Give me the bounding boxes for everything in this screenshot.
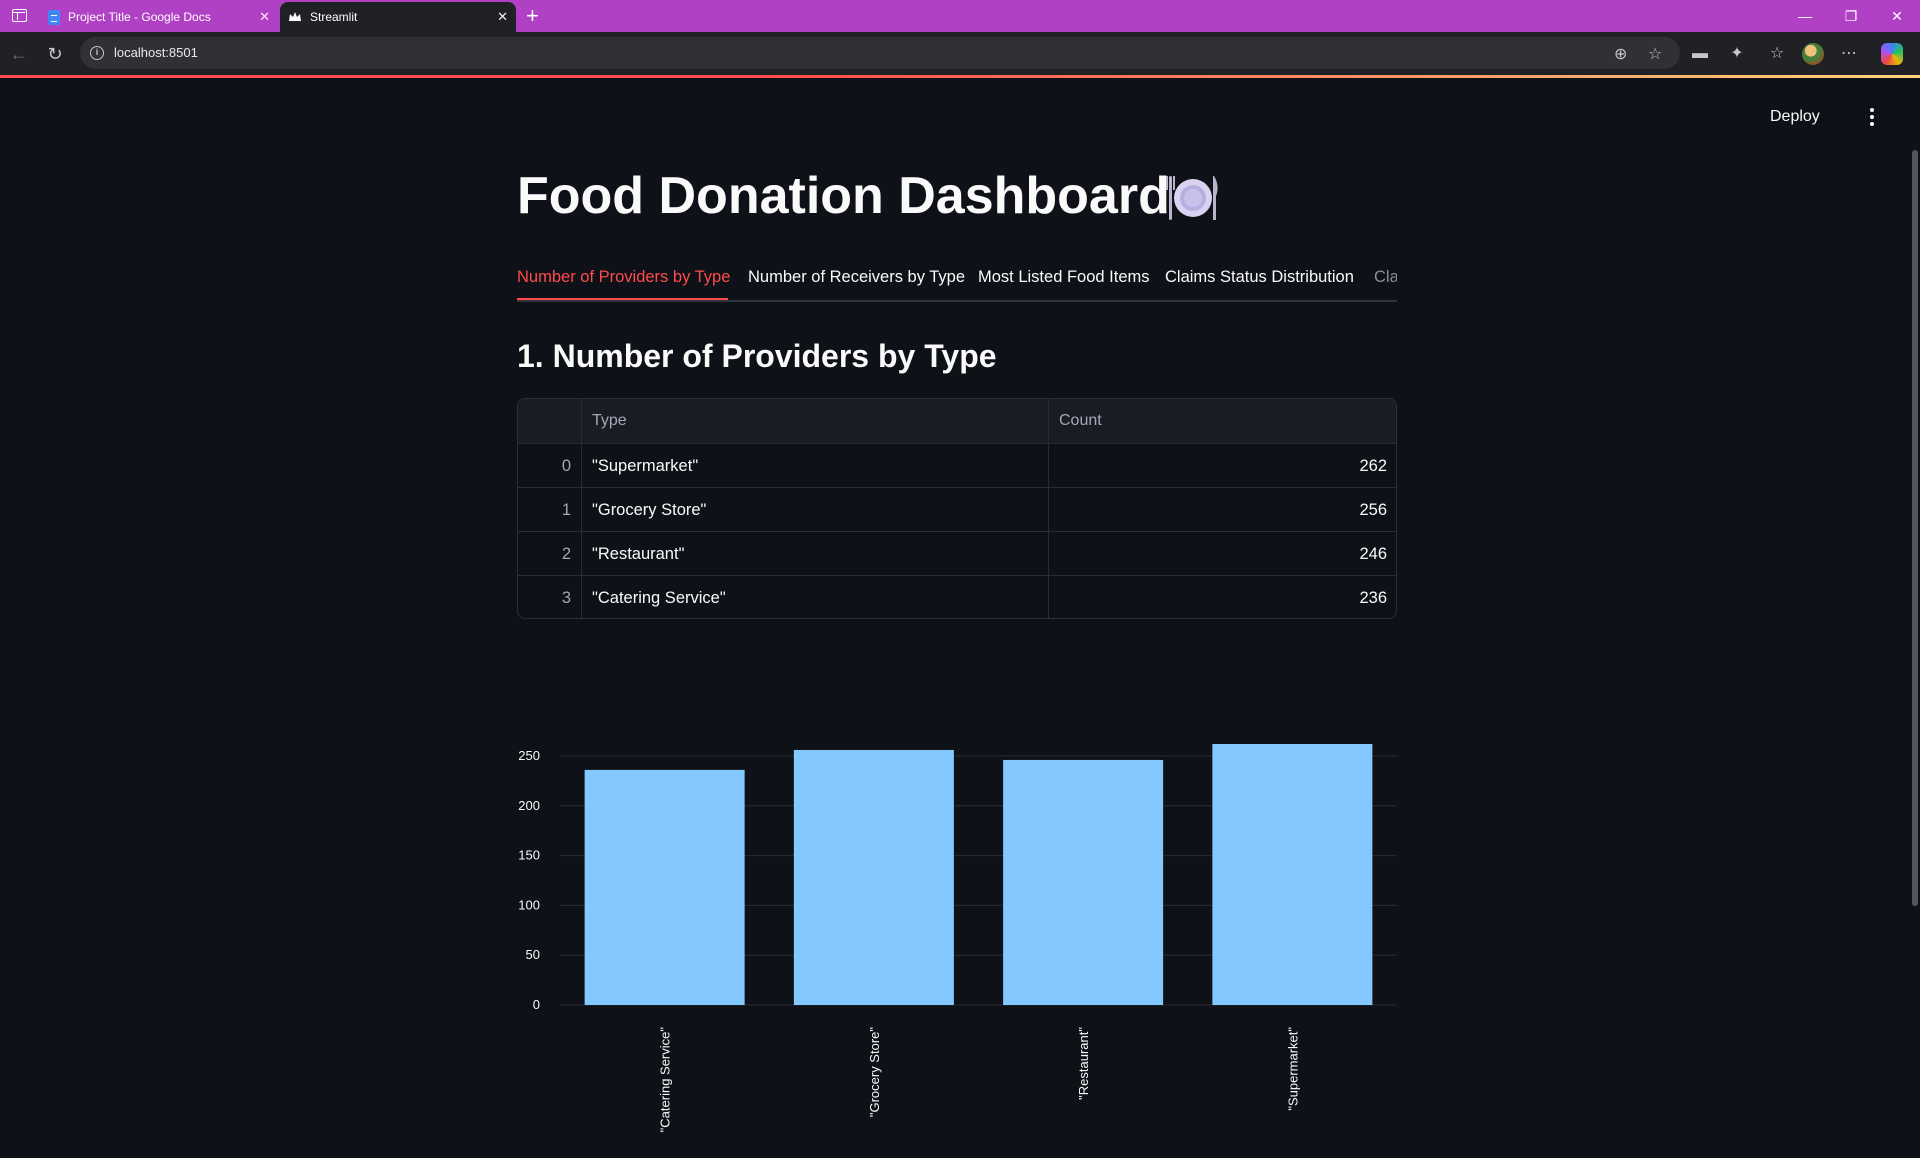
new-tab-button[interactable]: + [526, 3, 539, 29]
x-tick-label: "Supermarket" [1285, 1027, 1300, 1111]
dataframe-table[interactable]: Type Count 0 "Supermarket" 262 1 "Grocer… [517, 398, 1397, 619]
active-tab-indicator [517, 298, 728, 300]
deploy-button[interactable]: Deploy [1770, 108, 1820, 126]
count-cell[interactable]: 256 [1049, 488, 1396, 532]
plate-with-cutlery-icon [1166, 176, 1218, 220]
row-index: 1 [518, 488, 582, 532]
y-tick-label: 50 [526, 947, 540, 962]
row-index: 2 [518, 532, 582, 576]
media-icon[interactable]: ▬ [1689, 43, 1711, 65]
zoom-icon[interactable]: ⊕ [1614, 44, 1627, 64]
bar[interactable] [793, 749, 954, 1005]
x-tick-label: "Grocery Store" [867, 1027, 882, 1118]
bookmark-star-icon[interactable]: ☆ [1648, 44, 1662, 64]
tab-google-docs[interactable]: Project Title - Google Docs ✕ [40, 2, 278, 32]
tab-most-listed-food-items[interactable]: Most Listed Food Items [978, 262, 1150, 300]
bar[interactable] [1003, 759, 1164, 1005]
y-tick-label: 150 [518, 848, 540, 863]
column-header-count[interactable]: Count [1049, 399, 1396, 443]
y-tick-label: 200 [518, 798, 540, 813]
table-row[interactable]: 1 "Grocery Store" 256 [518, 487, 1396, 532]
table-row[interactable]: 3 "Catering Service" 236 [518, 575, 1396, 618]
back-arrow-icon[interactable]: ← [6, 41, 32, 67]
browser-toolbar: ← ↻ i localhost:8501 ⊕ ☆ ▬ ✦ ☆ ⋯ [0, 32, 1920, 76]
bar-chart-svg: 250 200 150 100 50 0 "Catering Service" "Grocer… [518, 744, 1397, 1133]
tab-title: Streamlit [310, 10, 358, 24]
copilot-icon[interactable] [1881, 43, 1903, 65]
table-header-row: Type Count [518, 399, 1396, 443]
favorites-icon[interactable]: ☆ [1766, 43, 1788, 65]
y-tick-label: 250 [518, 748, 540, 763]
streamlit-crown-icon [289, 12, 301, 21]
count-cell[interactable]: 246 [1049, 532, 1396, 576]
type-cell[interactable]: "Restaurant" [582, 532, 1049, 576]
y-tick-label: 100 [518, 897, 540, 912]
tab-bar: Number of Providers by Type Number of Re… [517, 262, 1397, 302]
index-header [518, 399, 582, 443]
main-menu-icon[interactable] [1864, 106, 1880, 130]
scrollbar[interactable] [1912, 150, 1918, 906]
profile-avatar[interactable] [1802, 43, 1824, 65]
type-cell[interactable]: "Supermarket" [582, 444, 1049, 488]
bar-chart[interactable]: 250 200 150 100 50 0 "Catering Service" "Grocer… [510, 728, 1410, 1158]
google-docs-icon [48, 9, 60, 25]
site-info-icon[interactable]: i [90, 46, 104, 60]
row-index: 0 [518, 444, 582, 488]
table-row[interactable]: 2 "Restaurant" 246 [518, 531, 1396, 576]
x-tick-label: "Catering Service" [658, 1027, 673, 1133]
minimize-button[interactable]: — [1790, 4, 1820, 28]
close-tab-icon[interactable]: ✕ [497, 9, 508, 25]
tab-claims-status-distribution[interactable]: Claims Status Distribution [1165, 262, 1354, 300]
tab-claims-truncated[interactable]: Cla [1374, 262, 1397, 300]
count-cell[interactable]: 262 [1049, 444, 1396, 488]
browser-titlebar: Project Title - Google Docs ✕ Streamlit … [0, 0, 1920, 32]
more-options-icon[interactable]: ⋯ [1838, 43, 1860, 65]
y-tick-label: 0 [533, 997, 540, 1012]
type-cell[interactable]: "Grocery Store" [582, 488, 1049, 532]
extensions-icon[interactable]: ✦ [1726, 43, 1748, 65]
close-tab-icon[interactable]: ✕ [259, 9, 270, 25]
tab-streamlit[interactable]: Streamlit ✕ [280, 2, 516, 32]
bar[interactable] [1212, 744, 1373, 1005]
tab-receivers-by-type[interactable]: Number of Receivers by Type [748, 262, 965, 300]
url-text[interactable]: localhost:8501 [114, 45, 198, 60]
streamlit-app: Deploy Food Donation Dashboard Number of… [0, 78, 1920, 1132]
count-cell[interactable]: 236 [1049, 576, 1396, 618]
close-window-button[interactable]: ✕ [1882, 4, 1912, 28]
tab-actions-icon[interactable] [12, 9, 27, 22]
x-tick-label: "Restaurant" [1076, 1027, 1091, 1100]
row-index: 3 [518, 576, 582, 618]
tab-providers-by-type[interactable]: Number of Providers by Type [517, 262, 730, 300]
restore-button[interactable]: ❐ [1836, 4, 1866, 28]
section-title: 1. Number of Providers by Type [517, 338, 997, 374]
column-header-type[interactable]: Type [582, 399, 1049, 443]
address-bar[interactable]: i localhost:8501 ⊕ ☆ [80, 37, 1680, 69]
tab-title: Project Title - Google Docs [68, 10, 211, 24]
page-title: Food Donation Dashboard [517, 167, 1170, 225]
table-row[interactable]: 0 "Supermarket" 262 [518, 443, 1396, 488]
type-cell[interactable]: "Catering Service" [582, 576, 1049, 618]
reload-icon[interactable]: ↻ [42, 41, 68, 67]
bar[interactable] [584, 769, 745, 1005]
